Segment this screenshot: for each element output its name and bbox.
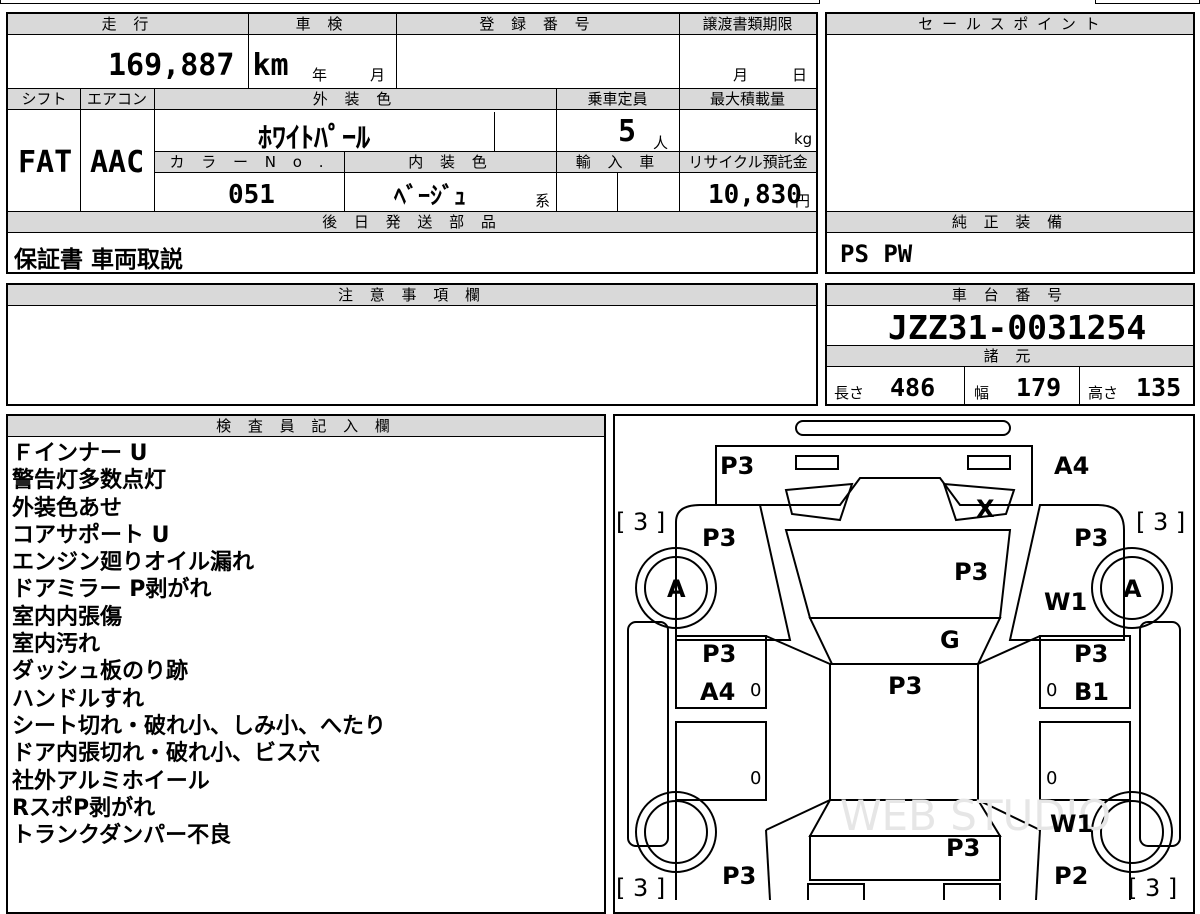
mark-zero-4: 0 <box>1046 768 1057 789</box>
mark-bracket-br: [ 3 ] <box>1128 874 1177 900</box>
mark-front-left: P3 <box>720 452 754 480</box>
mark-zero-1: 0 <box>750 680 761 701</box>
mark-front-right: A4 <box>1054 452 1089 480</box>
mark-bracket-bl: [ 3 ] <box>616 874 665 900</box>
mark-bracket-tr: [ 3 ] <box>1136 508 1185 536</box>
mark-door-fl: P3 <box>702 640 736 668</box>
mark-roof: P3 <box>888 672 922 700</box>
mark-headlight-x: X <box>976 495 995 523</box>
mark-zero-2: 0 <box>1046 680 1057 701</box>
mark-hood: P3 <box>954 558 988 586</box>
mark-door-fl2: A4 <box>700 678 735 706</box>
mark-rear-right: P2 <box>1054 862 1088 890</box>
mark-door-fr: P3 <box>1074 640 1108 668</box>
mark-rear-w: W1 <box>1050 810 1093 838</box>
mark-trunk: P3 <box>946 834 980 862</box>
mark-zero-3: 0 <box>750 768 761 789</box>
mark-door-fr2: B1 <box>1074 678 1109 706</box>
mark-tire-fr: A <box>1123 575 1142 603</box>
car-damage-diagram: WEB STUDIO P3 A4 [ 3 ] [ 3 ] P3 P3 X P3 … <box>616 420 1185 900</box>
mark-tire-fl: A <box>667 575 686 603</box>
mark-fender-right: P3 <box>1074 524 1108 552</box>
mark-fender-left: P3 <box>702 524 736 552</box>
mark-windshield: G <box>940 626 960 654</box>
mark-rear-left: P3 <box>722 862 756 890</box>
mark-bracket-tl: [ 3 ] <box>616 508 665 536</box>
mark-fender-right-w: W1 <box>1044 588 1087 616</box>
